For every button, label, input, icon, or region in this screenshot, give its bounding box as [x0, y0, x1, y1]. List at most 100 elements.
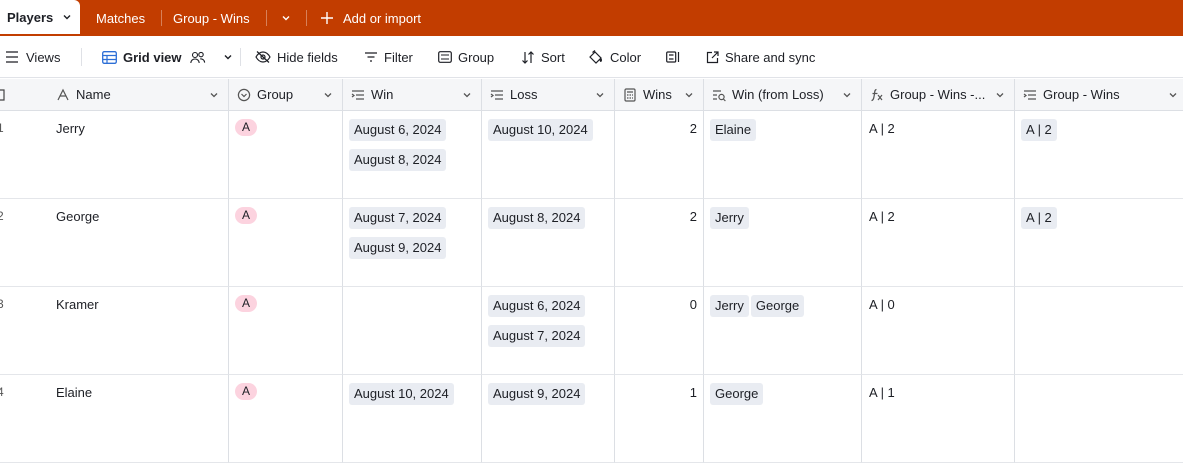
tab-group-wins[interactable]: Group - Wins [173, 0, 250, 36]
cell-name[interactable]: 1 Jerry [0, 111, 229, 199]
column-header-wins[interactable]: Wins [615, 79, 704, 111]
filter-button[interactable]: Filter [364, 36, 413, 78]
linked-record-chip[interactable]: A | 2 [1021, 119, 1057, 141]
hide-fields-button[interactable]: Hide fields [255, 36, 338, 78]
linked-record-chip[interactable]: August 9, 2024 [349, 237, 447, 259]
linked-record-chip[interactable]: August 6, 2024 [349, 119, 447, 141]
cell-win[interactable]: August 7, 2024 August 9, 2024 [343, 199, 482, 287]
cell-value: 1 [689, 385, 697, 400]
cell-loss[interactable]: August 10, 2024 [482, 111, 615, 199]
chevron-down-icon[interactable] [322, 89, 334, 101]
share-icon [706, 50, 719, 63]
player-name: Kramer [56, 297, 99, 312]
toolbar-divider [240, 48, 241, 66]
linked-record-chip[interactable]: George [710, 383, 764, 405]
linked-record-chip[interactable]: A | 2 [1021, 207, 1057, 229]
column-header-group[interactable]: Group [229, 79, 343, 111]
cell-win[interactable]: August 10, 2024 [343, 375, 482, 463]
linked-record-chip[interactable]: Elaine [710, 119, 757, 141]
tab-players-label: Players [7, 9, 54, 25]
cell-wins[interactable]: 1 [615, 375, 704, 463]
cell-formula[interactable]: A | 2 [862, 111, 1015, 199]
cell-group[interactable]: A [229, 375, 343, 463]
tab-divider [161, 10, 162, 26]
cell-group[interactable]: A [229, 287, 343, 375]
cell-link[interactable]: A | 2 [1015, 199, 1183, 287]
column-header-label: Group - Wins -... [890, 87, 986, 102]
linked-record-chip[interactable]: August 7, 2024 [488, 325, 586, 347]
column-header-win[interactable]: Win [343, 79, 482, 111]
cell-link[interactable]: A | 2 [1015, 111, 1183, 199]
share-and-sync-button[interactable]: Share and sync [706, 36, 815, 78]
group-tag: A [235, 383, 258, 400]
cell-name[interactable]: 2 George [0, 199, 229, 287]
column-header-win-from-loss[interactable]: Win (from Loss) [704, 79, 862, 111]
cell-link[interactable] [1015, 287, 1183, 375]
chevron-down-icon[interactable] [1167, 89, 1179, 101]
linked-record-chip[interactable]: August 6, 2024 [488, 295, 586, 317]
linked-record-chip[interactable]: August 9, 2024 [488, 383, 586, 405]
column-header-label: Group [257, 87, 294, 102]
linked-record-chip[interactable]: Jerry [710, 295, 749, 317]
cell-wins[interactable]: 2 [615, 111, 704, 199]
cell-win[interactable] [343, 287, 482, 375]
sort-button[interactable]: Sort [521, 36, 565, 78]
formula-icon [871, 88, 883, 101]
column-header-group-wins-formula[interactable]: Group - Wins -... [862, 79, 1015, 111]
chevron-down-icon[interactable] [461, 89, 473, 101]
chevron-down-icon[interactable] [208, 89, 220, 101]
cell-formula[interactable]: A | 2 [862, 199, 1015, 287]
grid-view-button[interactable]: Grid view [102, 36, 240, 78]
cell-wins[interactable]: 2 [615, 199, 704, 287]
linked-record-chip[interactable]: Jerry [710, 207, 749, 229]
linked-record-chip[interactable]: George [750, 295, 805, 317]
tab-matches[interactable]: Matches [96, 0, 145, 36]
column-header-loss[interactable]: Loss [482, 79, 615, 111]
chevron-down-icon[interactable] [683, 89, 695, 101]
toolbar-divider [81, 48, 82, 66]
linked-record-chip[interactable]: August 8, 2024 [349, 149, 447, 171]
cell-loss[interactable]: August 6, 2024 August 7, 2024 [482, 287, 615, 375]
cell-win-from-loss[interactable]: George [704, 375, 862, 463]
chevron-down-icon[interactable] [222, 51, 234, 63]
chevron-down-icon[interactable] [594, 89, 606, 101]
views-button[interactable]: Views [6, 36, 60, 78]
cell-formula[interactable]: A | 1 [862, 375, 1015, 463]
cell-win-from-loss[interactable]: Jerry [704, 199, 862, 287]
cell-win[interactable]: August 6, 2024 August 8, 2024 [343, 111, 482, 199]
more-tables-button[interactable] [280, 0, 292, 36]
cell-win-from-loss[interactable]: Elaine [704, 111, 862, 199]
linked-record-chip[interactable]: August 7, 2024 [349, 207, 447, 229]
sort-label: Sort [541, 49, 565, 65]
group-icon [438, 51, 452, 63]
linked-record-chip[interactable]: August 10, 2024 [349, 383, 454, 405]
group-button[interactable]: Group [438, 36, 494, 78]
cell-loss[interactable]: August 8, 2024 [482, 199, 615, 287]
player-name: Elaine [56, 385, 93, 400]
cell-group[interactable]: A [229, 199, 343, 287]
cell-formula[interactable]: A | 0 [862, 287, 1015, 375]
column-header-group-wins[interactable]: Group - Wins [1015, 79, 1183, 111]
row-height-button[interactable] [666, 36, 686, 78]
cell-wins[interactable]: 0 [615, 287, 704, 375]
cell-group[interactable]: A [229, 111, 343, 199]
linked-record-chip[interactable]: August 8, 2024 [488, 207, 586, 229]
cell-value: 2 [689, 121, 697, 136]
text-field-icon [57, 88, 69, 100]
cell-name[interactable]: 4 Elaine [0, 375, 229, 463]
linked-record-chip[interactable]: August 10, 2024 [488, 119, 593, 141]
chevron-down-icon[interactable] [61, 11, 73, 23]
column-header-label: Win [371, 87, 394, 102]
cell-loss[interactable]: August 9, 2024 [482, 375, 615, 463]
linked-record-icon [490, 89, 503, 100]
color-button[interactable]: Color [588, 36, 641, 78]
checkbox-icon[interactable] [0, 89, 6, 101]
cell-name[interactable]: 3 Kramer [0, 287, 229, 375]
column-header-name[interactable]: Name [0, 79, 229, 111]
cell-win-from-loss[interactable]: Jerry George [704, 287, 862, 375]
chevron-down-icon[interactable] [994, 89, 1006, 101]
cell-link[interactable] [1015, 375, 1183, 463]
add-or-import-button[interactable]: Add or import [320, 0, 421, 36]
tab-players[interactable]: Players [0, 0, 80, 34]
chevron-down-icon[interactable] [841, 89, 853, 101]
